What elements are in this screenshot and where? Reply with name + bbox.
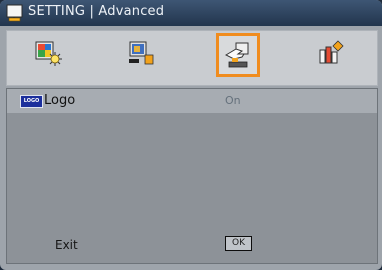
window-title: SETTING | Advanced [28, 4, 165, 19]
setup-hand-icon [224, 42, 249, 68]
tab-options[interactable] [309, 31, 353, 75]
ok-button[interactable]: OK [225, 236, 252, 251]
logo-value[interactable]: On [225, 94, 241, 107]
tab-display[interactable] [119, 31, 163, 75]
osd-menu: SETTING | Advanced LOGO Logo On Exit OK [0, 0, 382, 270]
exit-label[interactable]: Exit [55, 238, 78, 252]
settings-panel: LOGO Logo On Exit OK [6, 88, 378, 264]
title-bar: SETTING | Advanced [0, 0, 382, 26]
tab-bar [6, 30, 378, 86]
options-bars-icon [319, 40, 344, 64]
tab-setting[interactable] [216, 33, 260, 77]
logo-icon: LOGO [20, 95, 43, 108]
projector-screen-icon [6, 4, 24, 22]
logo-row[interactable]: LOGO Logo On [7, 89, 377, 113]
logo-label: Logo [44, 93, 76, 108]
tab-image[interactable] [26, 31, 70, 75]
display-settings-icon [129, 41, 154, 65]
picture-settings-icon [35, 41, 62, 66]
